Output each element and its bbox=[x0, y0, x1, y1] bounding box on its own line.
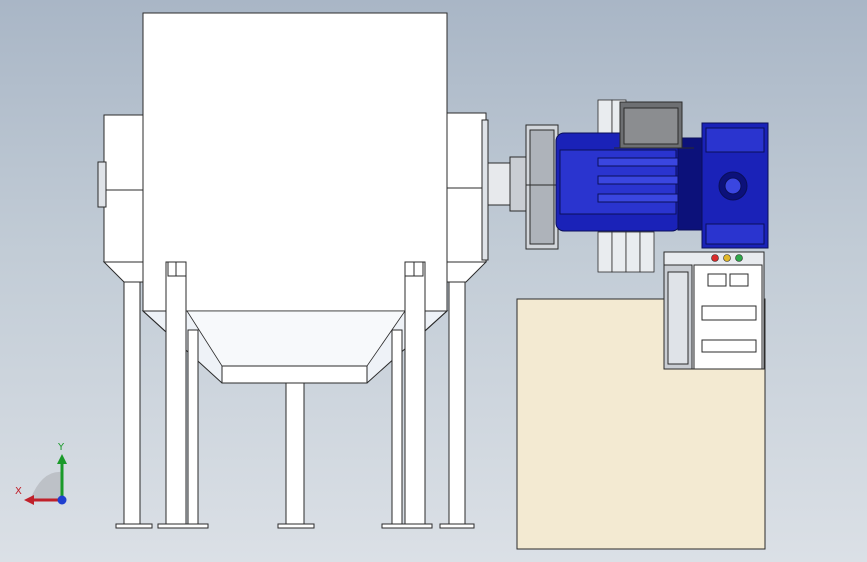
hopper-feet bbox=[115, 523, 475, 529]
left-side-housing bbox=[97, 114, 145, 283]
hopper-assembly bbox=[97, 12, 489, 529]
triad-plane bbox=[30, 471, 62, 500]
gearbox bbox=[701, 122, 769, 249]
x-axis-label: X bbox=[15, 486, 22, 497]
panel-indicators bbox=[711, 254, 743, 262]
y-axis-label: Y bbox=[58, 442, 65, 453]
drive-shaft bbox=[487, 124, 559, 250]
yellow-indicator-light[interactable] bbox=[723, 254, 731, 262]
green-indicator-light[interactable] bbox=[735, 254, 743, 262]
electric-motor bbox=[555, 101, 703, 232]
coordinate-triad bbox=[24, 454, 67, 505]
right-side-housing bbox=[445, 112, 489, 283]
z-axis-dot bbox=[57, 495, 67, 505]
control-cabinet bbox=[516, 251, 766, 550]
red-indicator-light[interactable] bbox=[711, 254, 719, 262]
hopper-body bbox=[142, 12, 448, 312]
cad-viewport[interactable] bbox=[0, 0, 867, 562]
